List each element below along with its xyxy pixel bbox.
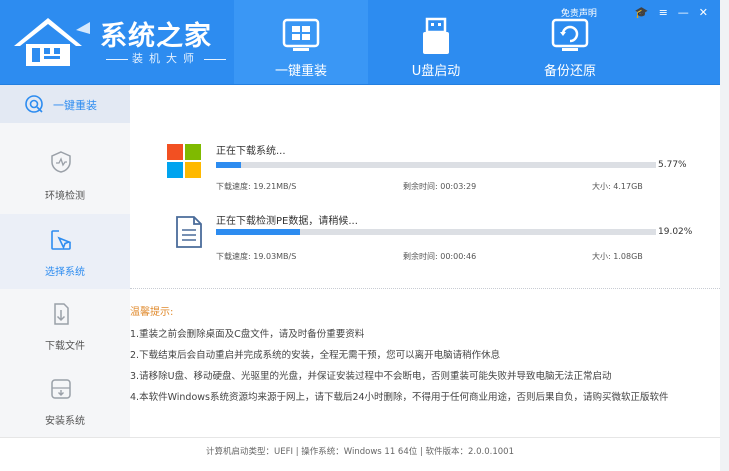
file-size: 大小: 4.17GB [592,182,643,191]
tab-label: U盘启动 [411,64,461,79]
header-bar: 系统之家 装机大师 一键重装 U盘启动 备份还原 免责声明 🎓 ≡ — ✕ [0,0,720,85]
download-title: 正在下载系统... [216,146,286,157]
tab-one-click-reinstall[interactable]: 一键重装 [234,0,368,85]
cursor-select-icon [51,230,72,250]
progress-percent: 5.77% [658,160,687,170]
tip-line: 2.下载结束后会自动重启并完成系统的安装，全程无需干预，您可以离开电脑请稍作休息 [130,350,501,361]
windows-logo-icon [167,144,201,178]
status-footer: 计算机启动类型：UEFI | 操作系统：Windows 11 64位 | 软件版… [0,437,720,462]
sidebar-item-select-system[interactable]: 选择系统 [0,214,130,289]
install-system-icon [51,379,71,399]
disclaimer-link[interactable]: 免责声明 [561,6,597,19]
brand-title: 系统之家 [100,21,212,52]
remaining-time: 剩余时间: 00:00:46 [403,252,477,261]
tip-line: 3.请移除U盘、移动硬盘、光驱里的光盘，并保证安装过程中不会断电，否则重装可能失… [130,371,612,382]
tip-line: 1.重装之前会删除桌面及C盘文件，请及时备份重要资料 [130,329,365,340]
download-speed: 下载速度: 19.03MB/S [216,252,297,261]
menu-icon[interactable]: ≡ [659,6,668,19]
sidebar-item-label: 安装系统 [45,416,85,427]
progress-fill [216,229,300,235]
document-icon [176,216,202,248]
progress-bar [216,229,656,235]
download-speed: 下载速度: 19.21MB/S [216,182,297,191]
home-logo-icon [14,18,90,66]
tab-usb-boot[interactable]: U盘启动 [369,0,503,85]
window-controls: 免责声明 🎓 ≡ — ✕ [561,6,708,19]
sidebar-item-one-click-reinstall[interactable]: 一键重装 [0,85,130,123]
progress-bar [216,162,656,168]
divider [130,288,720,289]
file-size: 大小: 1.08GB [592,252,643,261]
app-window: 系统之家 装机大师 一键重装 U盘启动 备份还原 免责声明 🎓 ≡ — ✕ 一键… [0,0,729,471]
tip-line: 4.本软件Windows系统资源均来源于网上，请下载后24小时删除，不得用于任何… [130,392,669,403]
brand-subtitle: 装机大师 [102,50,230,66]
remaining-time: 剩余时间: 00:03:29 [403,182,477,191]
sidebar-item-label: 下载文件 [45,341,85,352]
progress-fill [216,162,242,168]
shield-check-icon [51,151,71,173]
download-file-icon [54,303,69,325]
progress-percent: 19.02% [658,227,693,237]
sidebar: 一键重装 环境检测 选择系统 下载文件 安装系统 [0,85,130,437]
minimize-icon[interactable]: — [678,6,689,19]
windows-install-icon [282,18,320,51]
tab-label: 一键重装 [274,64,327,79]
sidebar-item-label: 一键重装 [53,99,97,112]
close-icon[interactable]: ✕ [699,6,708,19]
reinstall-icon [25,95,43,113]
sidebar-item-download-file[interactable]: 下载文件 [0,294,130,364]
system-info-text: 计算机启动类型：UEFI | 操作系统：Windows 11 64位 | 软件版… [206,447,514,457]
main-panel: 正在下载系统... 5.77% 下载速度: 19.21MB/S 剩余时间: 00… [130,85,720,437]
backup-restore-icon [551,18,589,51]
window-edge [720,0,729,471]
sidebar-item-label: 环境检测 [45,191,85,202]
tips-title: 温馨提示: [130,307,174,318]
sidebar-item-install-system[interactable]: 安装系统 [0,369,130,437]
download-title: 正在下载检测PE数据，请稍候... [216,216,358,227]
sidebar-item-label: 选择系统 [45,267,85,278]
usb-drive-icon [423,17,449,54]
tab-label: 备份还原 [543,64,596,79]
graduation-cap-icon[interactable]: 🎓 [635,6,649,19]
sidebar-item-environment-check[interactable]: 环境检测 [0,129,130,209]
